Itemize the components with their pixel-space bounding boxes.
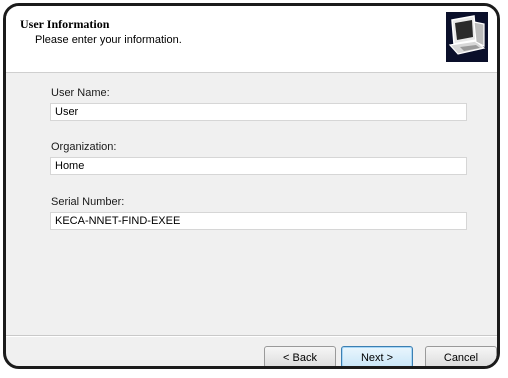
serial-number-field[interactable]: [50, 212, 467, 230]
page-subtitle: Please enter your information.: [35, 34, 182, 46]
dialog-header: User Information Please enter your infor…: [6, 6, 497, 73]
serial-number-label: Serial Number:: [51, 196, 125, 208]
organization-field[interactable]: [50, 157, 467, 175]
user-name-field[interactable]: [50, 103, 467, 121]
cancel-button[interactable]: Cancel: [425, 346, 497, 366]
next-button[interactable]: Next >: [341, 346, 413, 366]
organization-label: Organization:: [51, 141, 117, 153]
computer-setup-icon: [446, 12, 488, 62]
user-name-label: User Name:: [51, 87, 110, 99]
footer-divider: [6, 335, 497, 336]
installer-dialog: User Information Please enter your infor…: [3, 3, 500, 369]
back-button[interactable]: < Back: [264, 346, 336, 366]
form-area: User Name: Organization: Serial Number:: [6, 73, 497, 336]
page-title: User Information: [20, 17, 110, 31]
